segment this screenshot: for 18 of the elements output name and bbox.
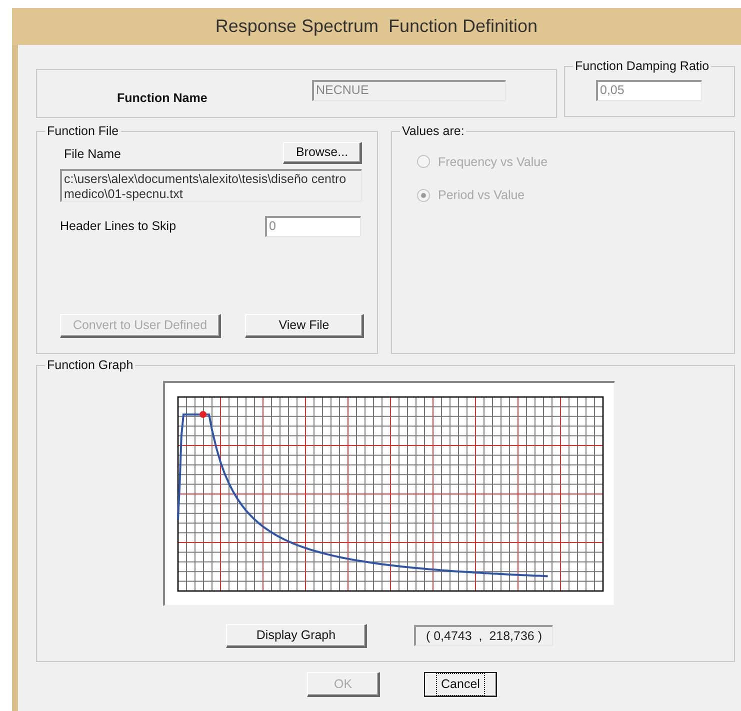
cancel-button[interactable]: Cancel — [424, 672, 497, 697]
radio-label: Period vs Value — [438, 187, 525, 204]
radio-label: Frequency vs Value — [438, 154, 548, 171]
function-name-label: Function Name — [117, 90, 208, 108]
damping-ratio-field[interactable]: 0,05 — [596, 80, 702, 100]
browse-button[interactable]: Browse... — [283, 142, 362, 164]
group-title: Values are: — [401, 125, 466, 138]
group-title: Function Damping Ratio — [574, 60, 710, 72]
display-graph-button[interactable]: Display Graph — [226, 624, 367, 648]
file-name-label: File Name — [64, 146, 121, 163]
group-title: Function Graph — [46, 359, 134, 372]
header-lines-field[interactable]: 0 — [265, 216, 361, 236]
file-path-field[interactable]: c:\users\alex\documents\alexito\tesis\diseño centro medico\01-specnu.txt — [60, 168, 362, 202]
window-title: Response Spectrum Function Definition — [12, 8, 741, 45]
group-title: Function File — [46, 125, 120, 138]
coordinate-readout: ( 0,4743 , 218,736 ) — [414, 625, 553, 646]
view-file-button[interactable]: View File — [245, 314, 364, 338]
header-lines-label: Header Lines to Skip — [60, 218, 176, 235]
